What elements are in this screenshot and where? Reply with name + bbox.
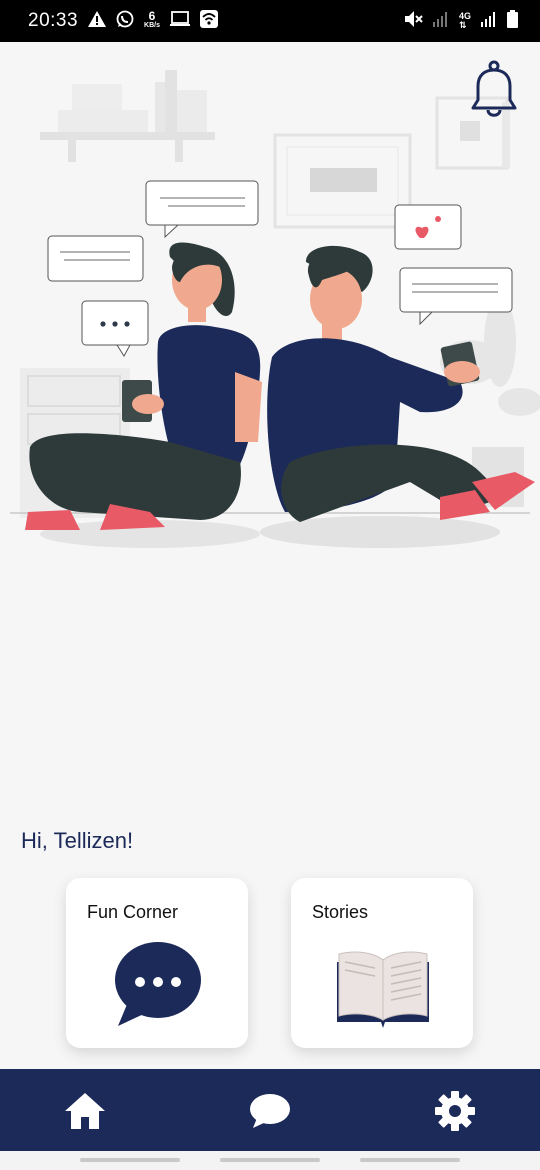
network-speed-unit: KB/s: [144, 22, 160, 29]
open-book-icon: [337, 951, 429, 1028]
signal-icon: [432, 11, 449, 32]
speech-bubble: [145, 180, 259, 239]
whatsapp-icon: [116, 10, 134, 33]
greeting-text: Hi, Tellizen!: [21, 828, 134, 853]
wall-frame: [273, 133, 412, 229]
speech-bubble: [47, 235, 144, 282]
card-title: Stories: [312, 902, 369, 922]
bell-icon: [471, 60, 517, 117]
network-speed: 6 KB/s: [144, 9, 160, 30]
nav-chat[interactable]: [246, 1087, 294, 1135]
wifi-icon: [200, 9, 218, 33]
gesture-indicator[interactable]: [80, 1158, 180, 1162]
nav-settings[interactable]: [431, 1087, 479, 1135]
speech-bubble: [81, 300, 149, 357]
network-speed-value: 6: [148, 9, 156, 23]
chat-icon: [250, 1094, 290, 1128]
system-gesture-bar: [0, 1151, 540, 1170]
network-arrows: ⇅: [458, 20, 467, 30]
alert-icon: [88, 10, 107, 32]
card-title: Fun Corner: [87, 902, 179, 922]
gesture-indicator[interactable]: [360, 1158, 460, 1162]
fun-corner-card[interactable]: Fun Corner: [66, 878, 248, 1048]
status-time: 20:33: [28, 10, 79, 31]
cast-icon: [170, 10, 190, 32]
bottom-navigation: [0, 1069, 540, 1151]
speech-bubble: [394, 204, 462, 250]
status-bar: 20:33 6 KB/s 4G ⇅: [0, 0, 540, 42]
nav-home[interactable]: [61, 1087, 109, 1135]
two-people-texting-illustration: [10, 70, 540, 548]
stories-card[interactable]: Stories: [291, 878, 473, 1048]
shelf-decoration: [40, 70, 215, 162]
status-bar-left: 20:33 6 KB/s: [28, 9, 218, 33]
mute-icon: [403, 10, 423, 33]
gear-icon: [435, 1091, 475, 1131]
signal-icon: [481, 11, 497, 32]
chat-bubble-icon: [115, 942, 201, 1026]
notifications-button[interactable]: [468, 58, 520, 120]
battery-icon: [507, 9, 518, 33]
home-icon: [65, 1093, 105, 1129]
status-bar-right: 4G ⇅: [403, 9, 518, 33]
gesture-indicator[interactable]: [220, 1158, 320, 1162]
network-type: 4G ⇅: [459, 12, 471, 30]
